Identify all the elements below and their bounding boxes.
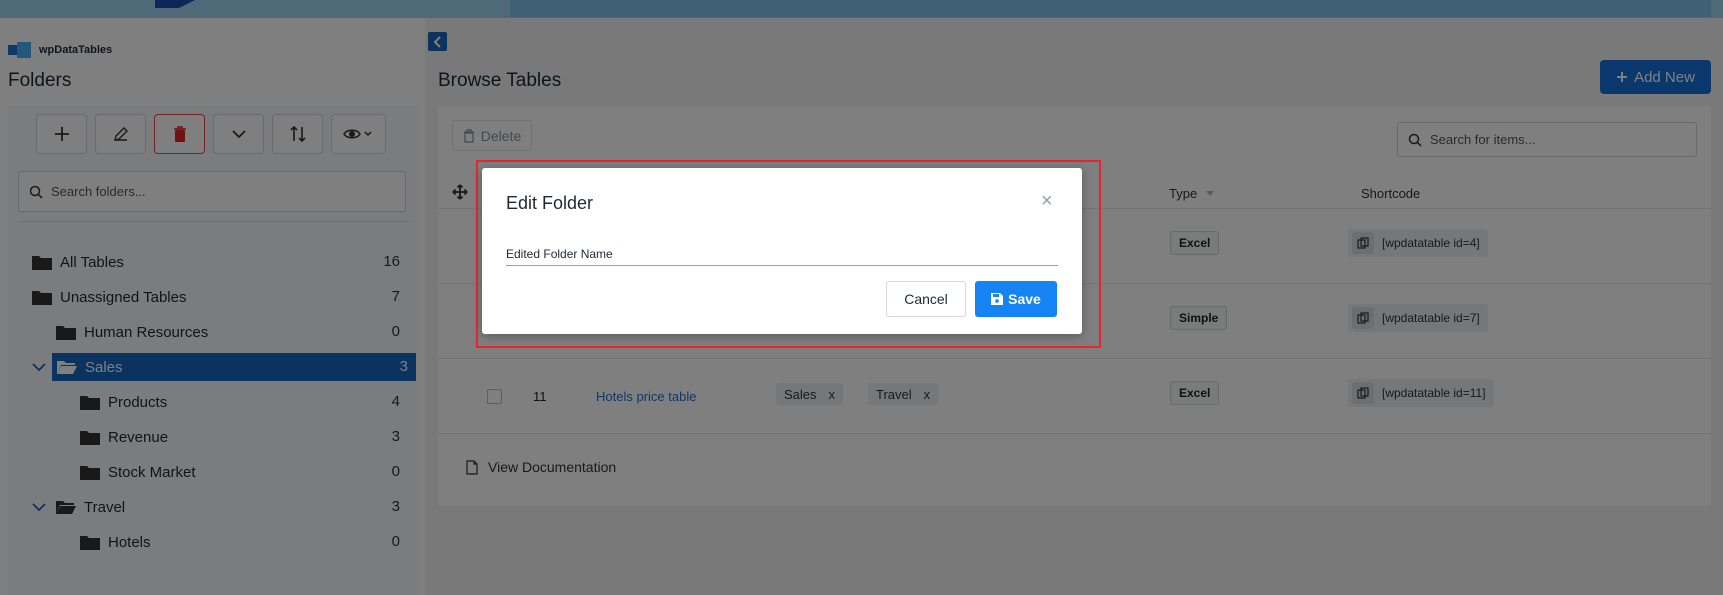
save-button[interactable]: Save xyxy=(975,281,1057,317)
floppy-disk-icon xyxy=(991,293,1004,305)
edit-folder-modal: Edit Folder × Cancel Save xyxy=(482,168,1082,334)
cancel-button[interactable]: Cancel xyxy=(886,281,966,317)
save-label: Save xyxy=(1008,291,1041,307)
modal-title: Edit Folder xyxy=(506,193,594,213)
folder-name-input[interactable] xyxy=(506,242,1058,266)
close-icon[interactable]: × xyxy=(1041,190,1053,213)
